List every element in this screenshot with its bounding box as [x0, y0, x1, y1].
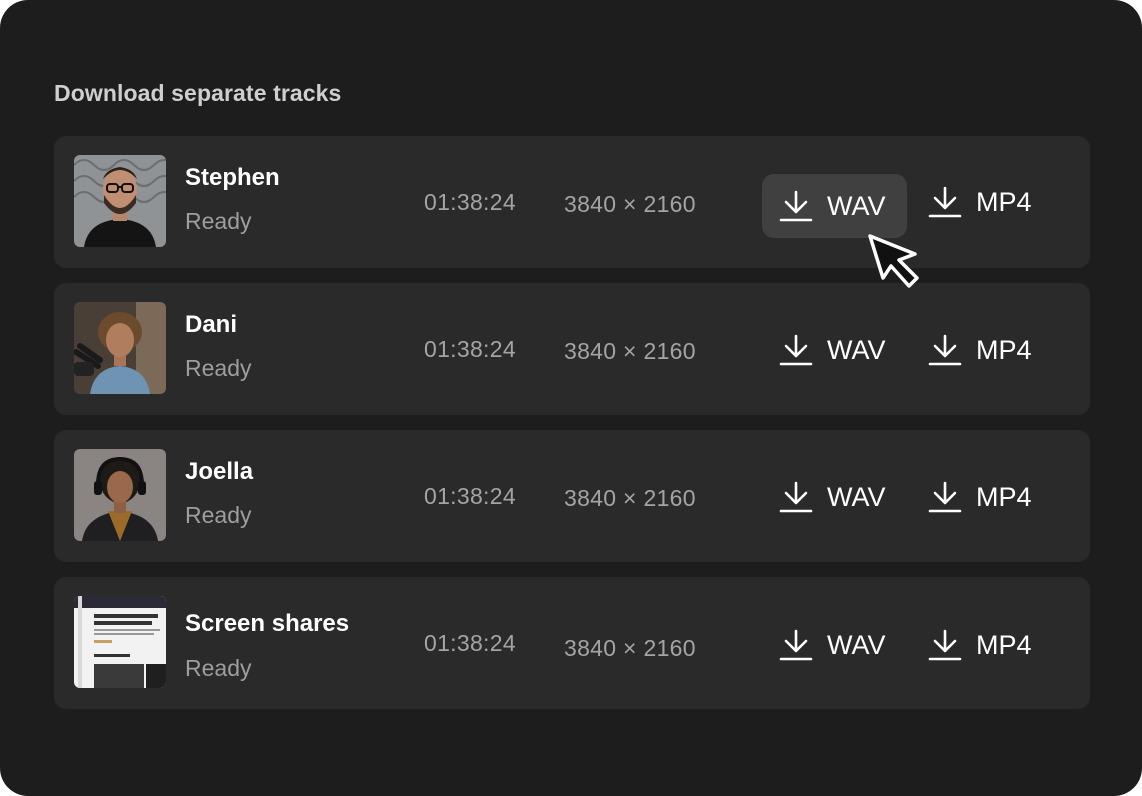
download-mp4-button[interactable]: MP4 [928, 170, 1048, 234]
download-tracks-panel: Download separate tracks Stephen Ready 0… [0, 0, 1142, 796]
track-duration: 01:38:24 [424, 189, 516, 215]
dani-avatar [74, 302, 166, 394]
download-wav-button[interactable]: WAV [762, 174, 907, 238]
track-status: Ready [185, 208, 252, 234]
download-mp4-label: MP4 [976, 186, 1032, 217]
download-wav-label: WAV [827, 481, 886, 512]
track-duration: 01:38:24 [424, 336, 516, 362]
download-icon [779, 190, 813, 222]
download-wav-button[interactable]: WAV [762, 318, 907, 382]
track-resolution: 3840 × 2160 [564, 338, 696, 364]
joella-avatar [74, 449, 166, 541]
download-wav-label: WAV [827, 334, 886, 365]
track-status: Ready [185, 502, 252, 528]
download-icon [779, 629, 813, 661]
download-icon [928, 334, 962, 366]
download-wav-label: WAV [827, 190, 886, 221]
download-mp4-button[interactable]: MP4 [928, 613, 1048, 677]
screen-share-thumbnail [74, 596, 166, 688]
track-resolution: 3840 × 2160 [564, 485, 696, 511]
download-icon [928, 481, 962, 513]
download-mp4-label: MP4 [976, 481, 1032, 512]
download-mp4-label: MP4 [976, 629, 1032, 660]
track-status: Ready [185, 655, 252, 681]
track-list: Stephen Ready 01:38:24 3840 × 2160 WAV M… [54, 136, 1090, 724]
download-icon [779, 334, 813, 366]
track-row-dani: Dani Ready 01:38:24 3840 × 2160 WAV MP4 [54, 283, 1090, 415]
download-wav-button[interactable]: WAV [762, 613, 907, 677]
download-wav-label: WAV [827, 629, 886, 660]
track-duration: 01:38:24 [424, 483, 516, 509]
track-row-screen-shares: Screen shares Ready 01:38:24 3840 × 2160… [54, 577, 1090, 709]
track-resolution: 3840 × 2160 [564, 635, 696, 661]
stephen-avatar [74, 155, 166, 247]
track-name: Joella [185, 458, 254, 485]
download-mp4-button[interactable]: MP4 [928, 318, 1048, 382]
download-icon [779, 481, 813, 513]
section-heading: Download separate tracks [54, 80, 342, 106]
track-name: Dani [185, 311, 238, 338]
track-duration: 01:38:24 [424, 630, 516, 656]
download-wav-button[interactable]: WAV [762, 465, 907, 529]
track-name: Screen shares [185, 610, 350, 637]
download-icon [928, 186, 962, 218]
track-name: Stephen [185, 164, 280, 191]
track-row-joella: Joella Ready 01:38:24 3840 × 2160 WAV MP… [54, 430, 1090, 562]
mouse-pointer-icon [868, 234, 919, 288]
download-icon [928, 629, 962, 661]
track-status: Ready [185, 355, 252, 381]
track-resolution: 3840 × 2160 [564, 191, 696, 217]
download-mp4-button[interactable]: MP4 [928, 465, 1048, 529]
download-mp4-label: MP4 [976, 334, 1032, 365]
